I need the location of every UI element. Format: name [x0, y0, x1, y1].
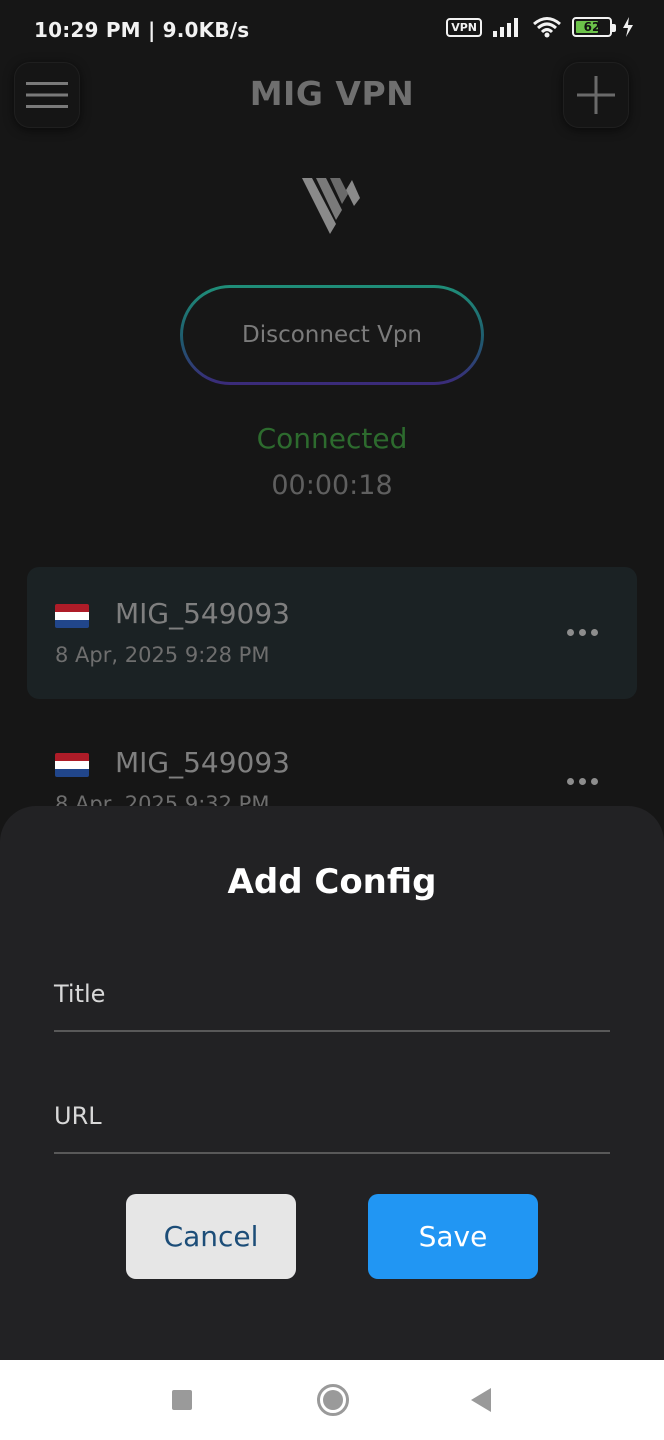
server-list-item[interactable]: MIG_549093 8 Apr, 2025 9:28 PM	[27, 567, 637, 699]
save-button[interactable]: Save	[368, 1194, 538, 1279]
vpn-badge-icon: VPN	[446, 17, 482, 37]
status-bar: 10:29 PM | 9.0KB/s VPN 62	[0, 0, 664, 60]
add-config-sheet: Add Config Title URL Cancel Save	[0, 806, 664, 1360]
url-field[interactable]: URL	[54, 1084, 610, 1154]
url-input[interactable]	[54, 1084, 610, 1152]
netherlands-flag-icon	[55, 753, 89, 777]
charging-icon	[623, 17, 633, 37]
disconnect-vpn-button[interactable]: Disconnect Vpn	[180, 285, 484, 385]
recent-apps-icon[interactable]	[172, 1390, 192, 1410]
system-nav-bar	[0, 1360, 664, 1440]
title-field[interactable]: Title	[54, 962, 610, 1032]
battery-level: 62	[583, 20, 601, 34]
title-input[interactable]	[54, 962, 610, 1030]
status-icons: VPN 62	[446, 16, 634, 38]
back-icon[interactable]	[471, 1388, 491, 1412]
disconnect-vpn-label: Disconnect Vpn	[183, 288, 481, 382]
mig-logo-icon	[302, 178, 360, 234]
signal-icon	[493, 18, 518, 37]
add-config-button[interactable]	[563, 62, 629, 128]
connection-status: Connected	[256, 422, 408, 455]
sheet-title: Add Config	[227, 862, 437, 902]
app-screen: 10:29 PM | 9.0KB/s VPN 62 MIG VPN Discon…	[0, 0, 664, 1360]
netherlands-flag-icon	[55, 604, 89, 628]
wifi-icon	[533, 17, 561, 38]
cancel-button[interactable]: Cancel	[126, 1194, 296, 1279]
plus-icon	[577, 76, 615, 114]
home-icon[interactable]	[317, 1384, 349, 1416]
server-date: 8 Apr, 2025 9:28 PM	[55, 643, 270, 667]
server-name: MIG_549093	[115, 597, 290, 630]
battery-icon: 62	[572, 17, 616, 37]
more-options-icon[interactable]	[567, 778, 598, 785]
more-options-icon[interactable]	[567, 629, 598, 636]
server-name: MIG_549093	[115, 746, 290, 779]
status-time: 10:29 PM | 9.0KB/s	[34, 18, 250, 42]
connection-timer: 00:00:18	[271, 470, 393, 501]
